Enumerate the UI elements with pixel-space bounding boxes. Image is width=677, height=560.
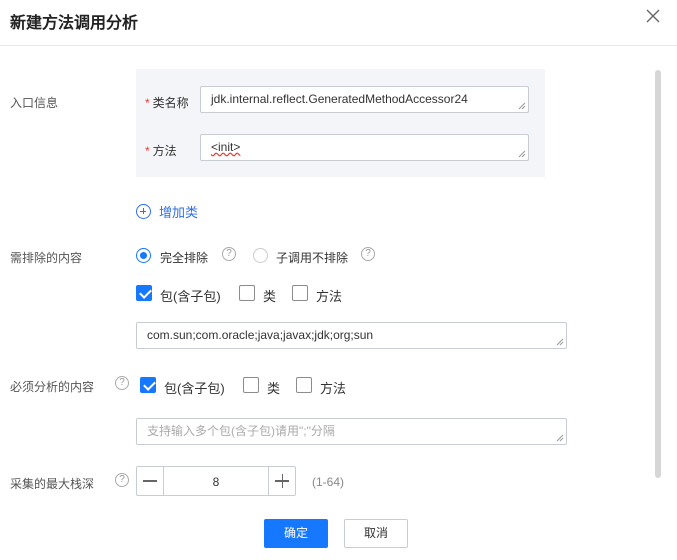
radio-subcall-not-exclude-label: 子调用不排除 [276, 251, 349, 265]
entry-panel: * 类名称 jdk.internal.reflect.GeneratedMetho… [136, 69, 545, 177]
radio-full-exclude[interactable] [136, 248, 151, 263]
exclude-packages-textarea[interactable]: com.sun;com.oracle;java;javax;jdk;org;su… [136, 322, 567, 349]
resize-grip-icon[interactable] [518, 102, 526, 110]
class-name-label: * 类名称 [145, 94, 189, 111]
help-icon[interactable]: ? [361, 247, 375, 261]
exclude-package-checkbox[interactable] [136, 285, 152, 301]
cancel-button[interactable]: 取消 [344, 519, 408, 548]
ok-button[interactable]: 确定 [264, 519, 328, 548]
exclude-label: 需排除的内容 [10, 251, 83, 265]
help-icon[interactable]: ? [222, 247, 236, 261]
method-input[interactable]: <init> [200, 134, 529, 161]
radio-subcall-not-exclude[interactable] [253, 248, 268, 263]
add-class-button[interactable]: 增加类 [136, 202, 198, 221]
help-icon[interactable]: ? [115, 376, 129, 390]
required-mark: * [145, 96, 150, 110]
required-packages-placeholder: 支持输入多个包(含子包)请用";"分隔 [147, 424, 335, 438]
exclude-method-label: 方法 [316, 289, 343, 304]
resize-grip-icon[interactable] [556, 434, 564, 442]
exclude-method-checkbox[interactable] [292, 285, 308, 301]
required-method-label: 方法 [320, 381, 347, 396]
method-text: 方法 [152, 144, 177, 158]
entry-info-label: 入口信息 [10, 96, 59, 110]
required-method-checkbox[interactable] [296, 377, 312, 393]
dialog-title: 新建方法调用分析 [10, 15, 139, 32]
exclude-package-label: 包(含子包) [160, 289, 221, 304]
class-name-value: jdk.internal.reflect.GeneratedMethodAcce… [211, 92, 468, 106]
required-package-checkbox[interactable] [140, 377, 156, 393]
required-analysis-label: 必须分析的内容 [10, 380, 95, 394]
required-mark: * [145, 144, 150, 158]
stack-depth-range: (1-64) [312, 475, 345, 489]
minus-icon[interactable] [137, 467, 164, 495]
required-class-label: 类 [267, 381, 281, 396]
class-name-input[interactable]: jdk.internal.reflect.GeneratedMethodAcce… [200, 86, 529, 113]
plus-circle-icon [136, 204, 151, 219]
exclude-class-checkbox[interactable] [239, 285, 255, 301]
method-value: <init> [211, 140, 241, 154]
required-package-label: 包(含子包) [164, 381, 225, 396]
radio-full-exclude-label: 完全排除 [160, 251, 209, 265]
plus-icon[interactable] [268, 467, 295, 495]
method-label: * 方法 [145, 142, 177, 159]
resize-grip-icon[interactable] [518, 150, 526, 158]
help-icon[interactable]: ? [115, 473, 129, 487]
required-class-checkbox[interactable] [243, 377, 259, 393]
stack-depth-stepper[interactable]: 8 [136, 466, 296, 496]
resize-grip-icon[interactable] [556, 338, 564, 346]
close-icon[interactable] [643, 6, 663, 26]
class-name-text: 类名称 [152, 96, 189, 110]
stack-depth-value[interactable]: 8 [164, 475, 268, 489]
exclude-class-label: 类 [263, 289, 277, 304]
stack-depth-label: 采集的最大栈深 [10, 477, 95, 491]
add-class-label: 增加类 [159, 205, 199, 220]
exclude-packages-value: com.sun;com.oracle;java;javax;jdk;org;su… [147, 328, 374, 342]
scrollbar[interactable] [655, 70, 661, 478]
dialog-header: 新建方法调用分析 [0, 0, 677, 46]
required-packages-textarea[interactable]: 支持输入多个包(含子包)请用";"分隔 [136, 418, 567, 445]
